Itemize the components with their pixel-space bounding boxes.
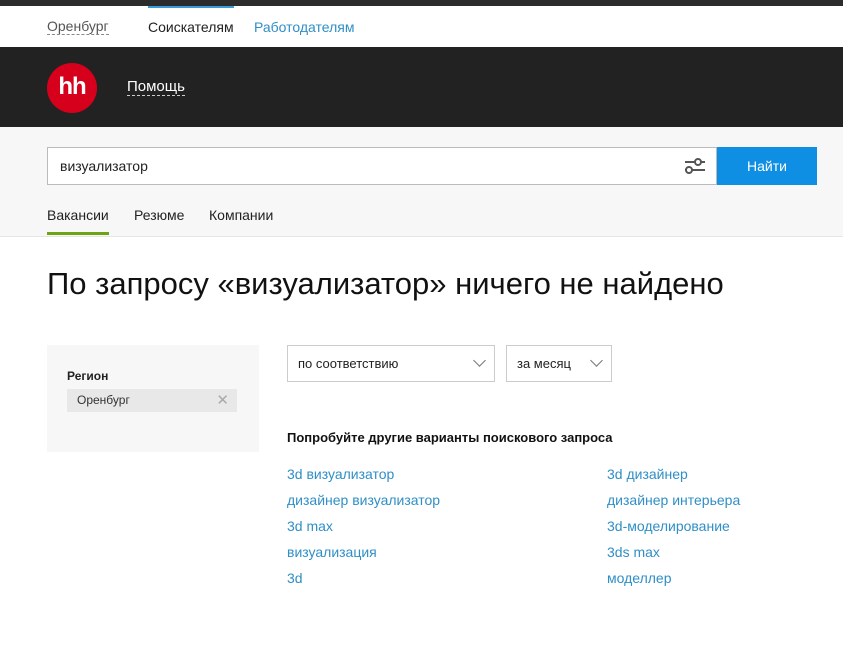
suggestion-link[interactable]: 3ds max	[607, 544, 660, 560]
filter-sliders-icon[interactable]	[684, 157, 706, 175]
top-nav: Оренбург Соискателям Работодателям	[0, 6, 843, 47]
search-button[interactable]: Найти	[717, 147, 817, 185]
period-value: за месяц	[517, 356, 571, 371]
chevron-down-icon	[473, 354, 486, 367]
header: hh Помощь	[0, 47, 843, 127]
suggestion-link[interactable]: 3d	[287, 570, 303, 586]
region-label: Регион	[67, 369, 109, 383]
suggestion-link[interactable]: 3d визуализатор	[287, 466, 394, 482]
sort-order-value: по соответствию	[298, 356, 399, 371]
chevron-down-icon	[590, 354, 603, 367]
suggestion-link[interactable]: 3d max	[287, 518, 333, 534]
suggestion-link[interactable]: визуализация	[287, 544, 377, 560]
filter-sidebar: Регион Оренбург ✕	[47, 345, 259, 452]
hh-logo[interactable]: hh	[47, 63, 97, 113]
city-selector[interactable]: Оренбург	[47, 19, 109, 35]
suggestion-link[interactable]: моделлер	[607, 570, 672, 586]
search-value: визуализатор	[60, 158, 148, 174]
tab-companies[interactable]: Компании	[209, 207, 273, 223]
suggestion-link[interactable]: 3d дизайнер	[607, 466, 688, 482]
period-select[interactable]: за месяц	[506, 345, 612, 382]
suggestion-link[interactable]: 3d-моделирование	[607, 518, 730, 534]
seekers-link[interactable]: Соискателям	[148, 19, 234, 35]
page-title: По запросу «визуализатор» ничего не найд…	[47, 266, 724, 301]
region-chip-label: Оренбург	[77, 393, 130, 407]
suggestion-link[interactable]: дизайнер интерьера	[607, 492, 740, 508]
region-chip: Оренбург ✕	[67, 389, 237, 412]
tab-resumes[interactable]: Резюме	[134, 207, 184, 223]
tab-vacancies[interactable]: Вакансии	[47, 207, 109, 235]
sort-order-select[interactable]: по соответствию	[287, 345, 495, 382]
suggestion-link[interactable]: дизайнер визуализатор	[287, 492, 440, 508]
close-icon[interactable]: ✕	[216, 391, 229, 409]
employers-link[interactable]: Работодателям	[254, 19, 355, 35]
active-indicator	[148, 6, 234, 8]
search-area: визуализатор Найти Вакансии Резюме Компа…	[0, 127, 843, 237]
search-input[interactable]: визуализатор	[47, 147, 717, 185]
suggestions-heading: Попробуйте другие варианты поискового за…	[287, 430, 613, 445]
help-link[interactable]: Помощь	[127, 78, 185, 96]
